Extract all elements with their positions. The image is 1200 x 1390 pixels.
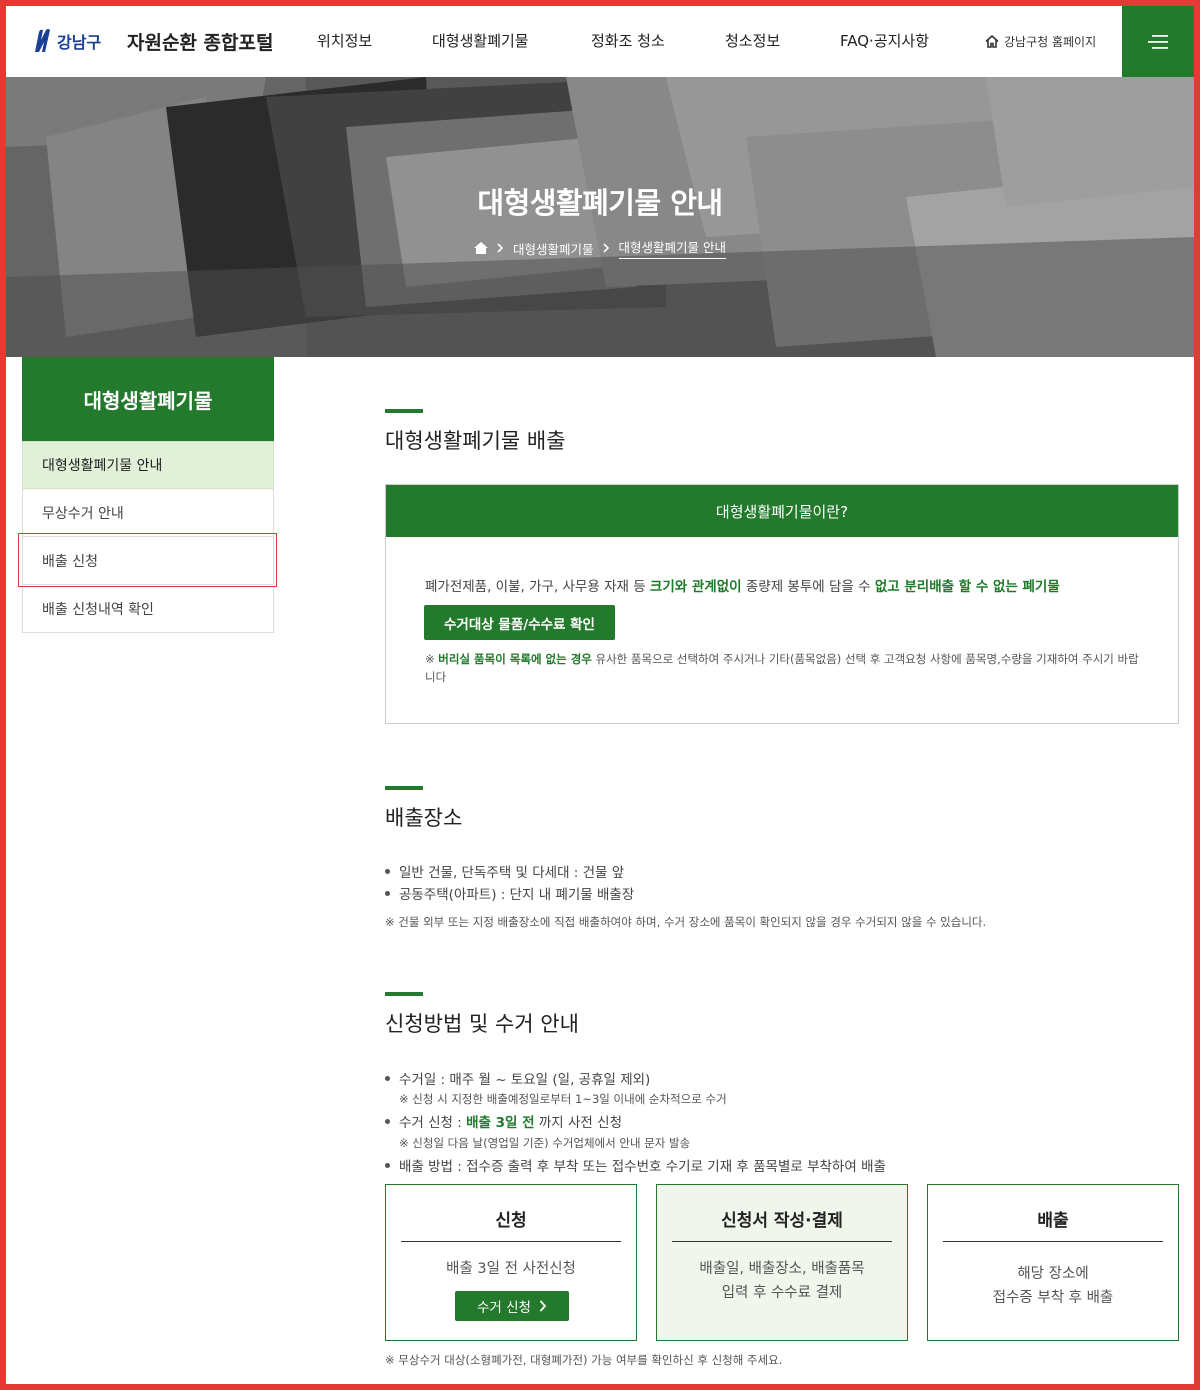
breadcrumb-current[interactable]: 대형생활폐기물 안내 [618, 237, 726, 259]
hamburger-menu-icon [1148, 34, 1168, 49]
nav-faq-notice[interactable]: FAQ·공지사항 [840, 30, 929, 51]
nav-bulky-waste[interactable]: 대형생활폐기물 [432, 30, 529, 51]
definition-text: 폐가전제품, 이불, 가구, 사무용 자재 등 크기와 관계없이 종량제 봉투에… [425, 579, 1060, 595]
gangnam-logo-mark-icon [35, 29, 50, 52]
sms-note: ※ 신청일 다음 날(영업일 기준) 수거업체에서 안내 문자 발송 [399, 1136, 691, 1150]
gangnam-homepage-link[interactable]: 강남구청 홈페이지 [985, 33, 1096, 50]
step-title: 신청서 작성·결제 [672, 1206, 892, 1242]
step-card-apply: 신청 배출 3일 전 사전신청 수거 신청 [385, 1184, 637, 1341]
missing-item-note: ※ 버리실 품목이 목록에 없는 경우 유사한 품목으로 선택하여 주시거나 기… [425, 652, 1139, 684]
chevron-right-icon [539, 1300, 547, 1312]
page-title: 대형생활폐기물 안내 [477, 186, 723, 220]
section-accent-bar [385, 409, 423, 413]
list-item: 배출 방법 : 접수증 출력 후 부착 또는 접수번호 수기로 기재 후 품목별… [385, 1155, 886, 1175]
step-description: 입력 후 수수료 결제 [721, 1285, 843, 1301]
check-items-fees-button[interactable]: 수거대상 물품/수수료 확인 [424, 605, 615, 640]
definition-box-title: 대형생활폐기물이란? [386, 485, 1178, 537]
portal-title[interactable]: 자원순환 종합포털 [127, 28, 273, 55]
gangnam-logo[interactable]: 강남구 [32, 28, 101, 54]
hamburger-menu-button[interactable] [1122, 6, 1194, 77]
section-title-application: 신청방법 및 수거 안내 [385, 1012, 579, 1036]
sidebar-item-request-history[interactable]: 배출 신청내역 확인 [22, 585, 274, 633]
sidebar-item-disposal-request[interactable]: 배출 신청 [22, 537, 274, 585]
home-icon [985, 35, 999, 48]
section-title-disposal: 대형생활폐기물 배출 [385, 429, 566, 453]
step-description: 해당 장소에 [1017, 1266, 1089, 1282]
list-item: 일반 건물, 단독주택 및 다세대 : 건물 앞 [385, 861, 624, 881]
step-title: 배출 [943, 1206, 1163, 1242]
step-title: 신청 [401, 1206, 621, 1242]
hero-banner: 대형생활폐기물 안내 대형생활폐기물 대형생활폐기물 안내 [6, 77, 1194, 357]
location-note: ※ 건물 외부 또는 지정 배출장소에 직접 배출하여야 하며, 수거 장소에 … [385, 915, 987, 929]
step-description: 접수증 부착 후 배출 [992, 1290, 1114, 1306]
pickup-day-note: ※ 신청 시 지정한 배출예정일로부터 1~3일 이내에 순차적으로 수거 [399, 1092, 727, 1106]
logo-text: 강남구 [57, 33, 102, 52]
breadcrumb: 대형생활폐기물 대형생활폐기물 안내 [6, 237, 1194, 259]
section-accent-bar [385, 992, 423, 996]
pickup-request-button[interactable]: 수거 신청 [455, 1291, 569, 1321]
step-card-form-payment: 신청서 작성·결제 배출일, 배출장소, 배출품목 입력 후 수수료 결제 [656, 1184, 908, 1341]
home-icon[interactable] [474, 242, 488, 254]
section-accent-bar [385, 786, 423, 790]
list-item: 공동주택(아파트) : 단지 내 폐기물 배출장 [385, 883, 634, 903]
nav-septic-cleaning[interactable]: 정화조 청소 [591, 30, 665, 51]
sidebar-item-free-pickup-guide[interactable]: 무상수거 안내 [22, 489, 274, 537]
sidebar-title: 대형생활폐기물 [22, 357, 274, 441]
nav-location-info[interactable]: 위치정보 [317, 30, 372, 51]
bulky-waste-definition-box: 대형생활폐기물이란? 폐가전제품, 이불, 가구, 사무용 자재 등 크기와 관… [385, 484, 1179, 724]
section-title-location: 배출장소 [385, 806, 463, 830]
list-item: 수거일 : 매주 월 ~ 토요일 (일, 공휴일 제외) [385, 1068, 650, 1088]
free-pickup-footnote: ※ 무상수거 대상(소형폐가전, 대형폐가전) 가능 여부를 확인하신 후 신청… [385, 1353, 783, 1367]
step-description: 배출 3일 전 사전신청 [446, 1261, 576, 1277]
nav-cleaning-info[interactable]: 청소정보 [725, 30, 780, 51]
site-header: 강남구 자원순환 종합포털 위치정보 대형생활폐기물 정화조 청소 청소정보 F… [6, 6, 1194, 77]
pickup-request-label: 수거 신청 [477, 1300, 531, 1316]
list-item: 수거 신청 : 배출 3일 전 까지 사전 신청 [385, 1111, 622, 1131]
step-card-dispose: 배출 해당 장소에 접수증 부착 후 배출 [927, 1184, 1179, 1341]
chevron-right-icon [497, 243, 504, 253]
chevron-right-icon [602, 243, 609, 253]
breadcrumb-item[interactable]: 대형생활폐기물 [513, 239, 594, 258]
step-description: 배출일, 배출장소, 배출품목 [699, 1261, 865, 1277]
sidebar-item-bulky-waste-guide[interactable]: 대형생활폐기물 안내 [22, 441, 274, 489]
home-link-label: 강남구청 홈페이지 [1004, 35, 1097, 49]
